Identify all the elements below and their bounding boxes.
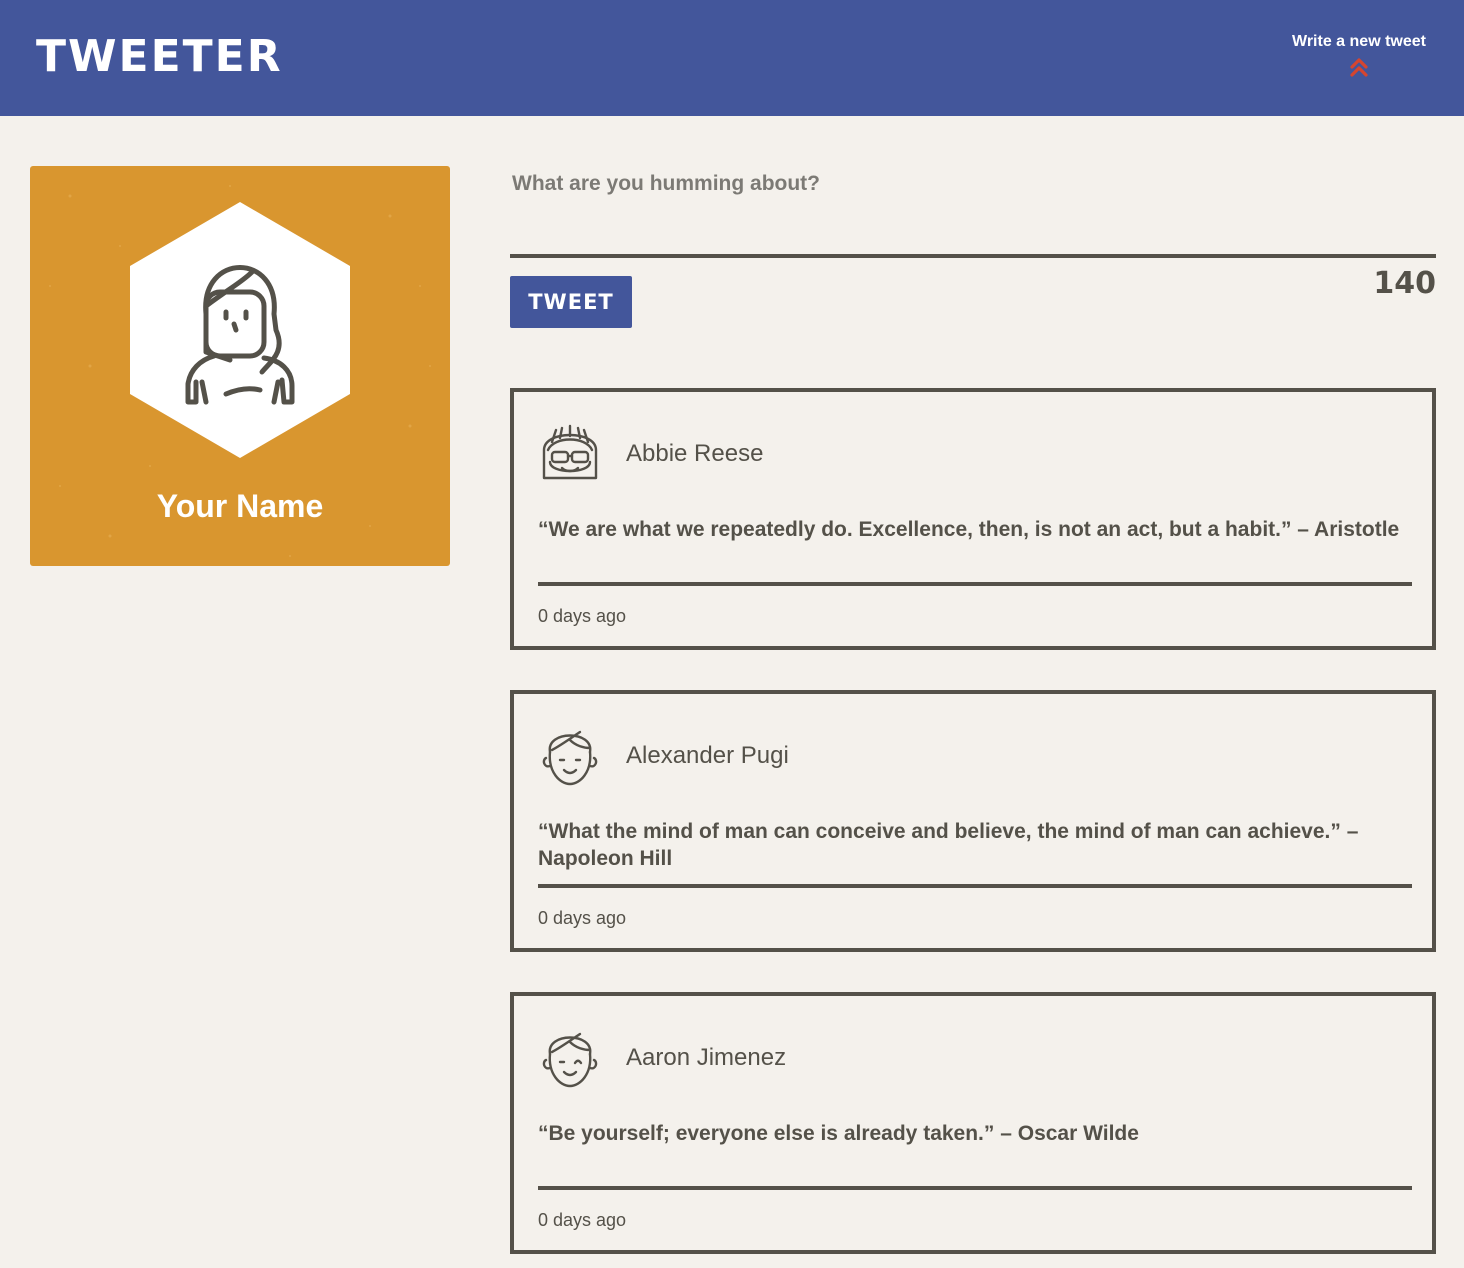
woman-avatar-icon xyxy=(130,202,350,458)
tweet-timestamp: 0 days ago xyxy=(538,606,627,626)
tweet-divider xyxy=(538,1186,1412,1190)
tweet-divider xyxy=(538,884,1412,888)
write-new-tweet-button[interactable]: Write a new tweet xyxy=(1276,30,1442,84)
write-new-tweet-label: Write a new tweet xyxy=(1292,33,1426,50)
app-logo[interactable]: TWEETER xyxy=(36,30,283,84)
tweet-input[interactable] xyxy=(510,170,1436,258)
tweet-divider xyxy=(538,582,1412,586)
tweet-timestamp: 0 days ago xyxy=(538,908,627,928)
tweet-text: “We are what we repeatedly do. Excellenc… xyxy=(538,518,1400,541)
tweet-author: Abbie Reese xyxy=(626,440,764,467)
tweet-text: “Be yourself; everyone else is already t… xyxy=(538,1122,1139,1145)
boy-avatar-icon xyxy=(542,730,598,786)
tweet-text: “What the mind of man can conceive and b… xyxy=(538,820,1359,870)
profile-card: Your Name xyxy=(30,166,450,566)
top-navbar: TWEETER Write a new tweet xyxy=(0,0,1464,116)
character-counter: 140 xyxy=(1373,266,1436,301)
tweet-card: Alexander Pugi “What the mind of man can… xyxy=(510,690,1436,952)
tweet-author: Alexander Pugi xyxy=(626,742,789,769)
tweet-author: Aaron Jimenez xyxy=(626,1044,787,1071)
double-chevron-up-icon xyxy=(1350,58,1368,77)
tweet-card: Abbie Reese “We are what we repeatedly d… xyxy=(510,388,1436,650)
tweet-timestamp: 0 days ago xyxy=(538,1210,627,1230)
girl-sunglasses-avatar-icon xyxy=(542,424,598,480)
profile-name: Your Name xyxy=(156,488,324,524)
tweet-button[interactable]: TWEET xyxy=(510,276,632,328)
tweet-card: Aaron Jimenez “Be yourself; everyone els… xyxy=(510,992,1436,1254)
boy-wink-avatar-icon xyxy=(542,1032,598,1088)
